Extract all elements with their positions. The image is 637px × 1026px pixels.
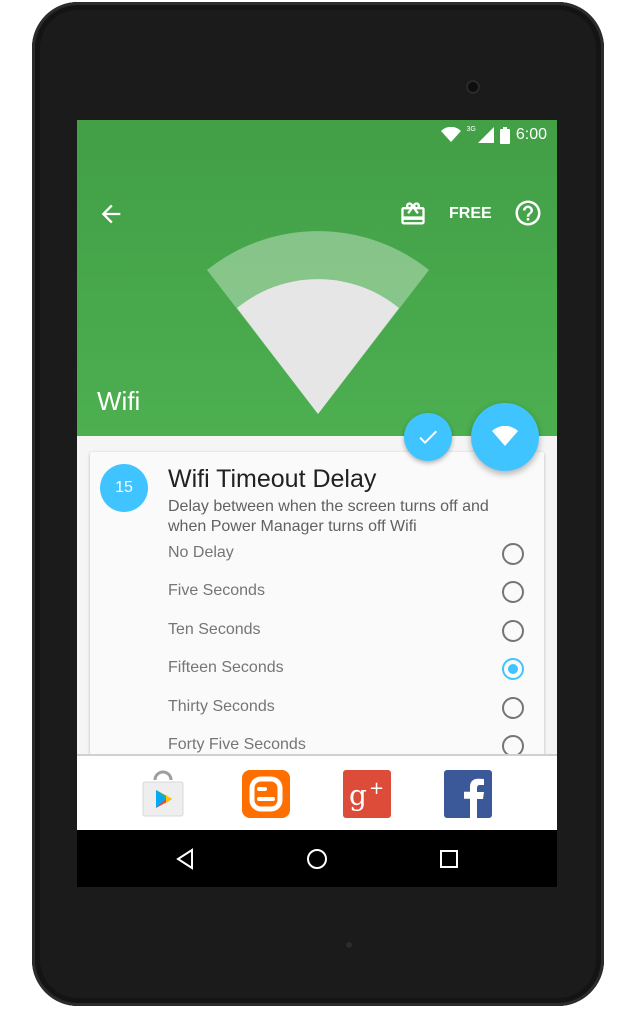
clock: 6:00 [515, 126, 547, 143]
arrow-back-icon[interactable] [97, 200, 125, 228]
option-row[interactable]: Ten Seconds [90, 613, 544, 651]
option-label: Ten Seconds [168, 620, 261, 638]
radio-button[interactable] [502, 619, 524, 642]
check-icon [419, 430, 437, 444]
option-label: Forty Five Seconds [168, 735, 306, 753]
blogger-icon[interactable] [242, 770, 290, 818]
play-store-icon[interactable] [139, 770, 187, 818]
option-label: No Delay [168, 544, 234, 561]
network-type-label: 3G [466, 125, 476, 133]
status-bar: 3G 6:00 [77, 120, 557, 150]
screen: 3G 6:00 FREE Wifi 15 Wifi Timeout Delay … [77, 120, 557, 887]
app-shortcuts-bar: g + [77, 754, 557, 830]
page-title: Wifi [97, 386, 141, 416]
google-plus-icon[interactable]: g + [343, 770, 391, 818]
svg-text:g: g [349, 779, 367, 812]
card-title: Wifi Timeout Delay [168, 465, 377, 493]
navigation-bar [77, 830, 557, 887]
wifi-large-icon [207, 231, 429, 414]
radio-button[interactable] [502, 658, 524, 681]
wifi-icon [440, 127, 461, 142]
free-button[interactable]: FREE [449, 205, 492, 223]
option-label: Five Seconds [168, 582, 265, 600]
signal-icon [477, 127, 494, 143]
recents-nav-icon[interactable] [438, 848, 460, 870]
help-circle-icon[interactable] [513, 198, 543, 228]
facebook-icon[interactable] [444, 770, 492, 818]
option-row[interactable]: Five Seconds [90, 574, 544, 612]
option-label: Fifteen Seconds [168, 659, 284, 677]
radio-button[interactable] [502, 696, 524, 719]
gift-icon[interactable] [399, 200, 427, 228]
wifi-toggle-button[interactable] [471, 403, 539, 471]
radio-button[interactable] [502, 543, 524, 565]
radio-button[interactable] [502, 581, 524, 604]
back-nav-icon[interactable] [174, 848, 196, 870]
header: FREE Wifi [77, 150, 557, 436]
battery-icon [499, 126, 510, 144]
confirm-button[interactable] [404, 413, 452, 461]
step-badge: 15 [100, 464, 148, 512]
card-description: Delay between when the screen turns off … [168, 498, 489, 535]
microphone [346, 942, 352, 948]
option-row[interactable]: No Delay [90, 536, 544, 574]
option-row[interactable]: Fifteen Seconds [90, 651, 544, 689]
wifi-icon [492, 426, 518, 446]
option-label: Thirty Seconds [168, 697, 275, 715]
option-row[interactable]: Thirty Seconds [90, 690, 544, 728]
home-nav-icon[interactable] [306, 848, 328, 870]
options-list: No Delay Five Seconds Ten Seconds Fifteen S… [90, 536, 544, 766]
front-camera [466, 80, 480, 94]
svg-text:+: + [369, 778, 384, 799]
